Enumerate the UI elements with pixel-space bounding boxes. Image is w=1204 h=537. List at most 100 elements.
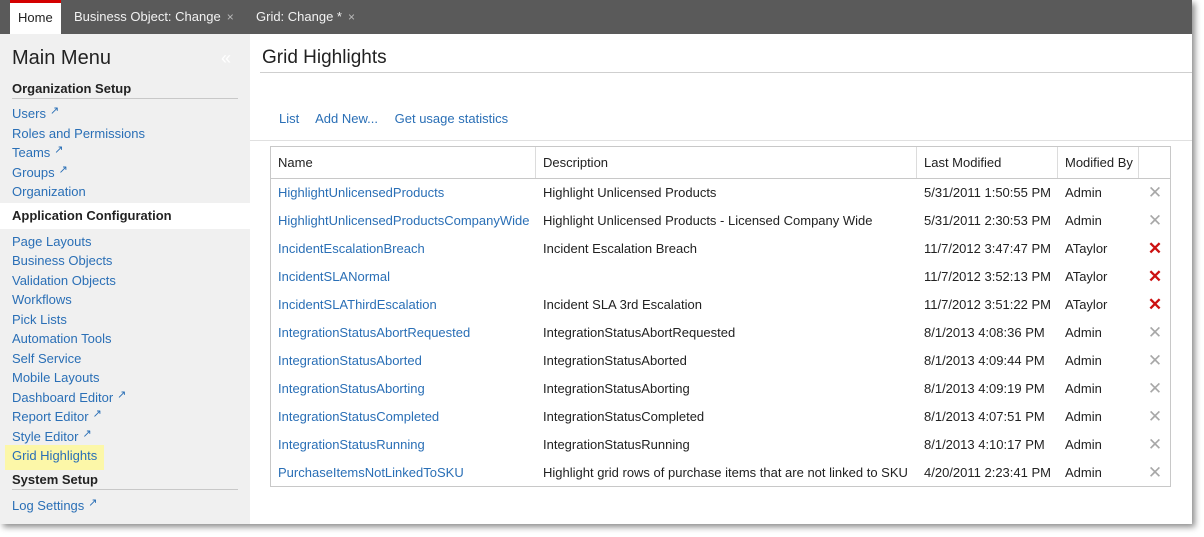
sidebar-item-label: Log Settings (12, 498, 85, 513)
tab-business-object-change[interactable]: Business Object: Change × (66, 0, 242, 34)
tab-grid-change[interactable]: Grid: Change * × (248, 0, 363, 34)
delete-icon: ✕ (1147, 183, 1163, 202)
sidebar-item-label: Users (12, 106, 46, 121)
delete-icon: ✕ (1147, 435, 1163, 454)
sidebar-item-label: Validation Objects (12, 273, 116, 288)
page-title: Grid Highlights (262, 47, 387, 68)
row-last-modified: 8/1/2013 4:09:44 PM (924, 353, 1045, 368)
row-name-link[interactable]: IntegrationStatusAborting (278, 375, 536, 403)
section-heading-organization-setup: Organization Setup (12, 81, 238, 99)
delete-icon[interactable]: ✕ (1145, 235, 1165, 263)
delete-icon[interactable]: ✕ (1145, 291, 1165, 319)
row-name-link[interactable]: IncidentSLANormal (278, 263, 536, 291)
delete-icon: ✕ (1147, 211, 1163, 230)
table-row[interactable]: IncidentEscalationBreach Incident Escalat… (271, 235, 1170, 263)
row-last-modified: 11/7/2012 3:51:22 PM (924, 297, 1051, 312)
column-header-name[interactable]: Name (271, 147, 536, 178)
row-name-link[interactable]: IncidentSLAThirdEscalation (278, 291, 536, 319)
row-name-link[interactable]: IntegrationStatusAbortRequested (278, 319, 536, 347)
row-name-link[interactable]: IntegrationStatusRunning (278, 431, 536, 459)
sidebar-item-teams[interactable]: Teams ↗ (12, 144, 64, 160)
main-panel: Grid Highlights List Add New... Get usag… (250, 34, 1192, 524)
row-modified-by: Admin (1065, 437, 1102, 452)
row-name-link[interactable]: IncidentEscalationBreach (278, 235, 536, 263)
close-icon[interactable]: × (348, 10, 355, 24)
column-header-last-modified[interactable]: Last Modified (917, 147, 1058, 178)
table-row[interactable]: IntegrationStatusAbortRequested Integrati… (271, 319, 1170, 347)
sidebar-item-label: Pick Lists (12, 312, 67, 327)
sidebar-item-label: Self Service (12, 351, 82, 366)
sidebar-item-users[interactable]: Users ↗ (12, 105, 59, 121)
divider (250, 140, 1192, 141)
row-name-link[interactable]: IntegrationStatusAborted (278, 347, 536, 375)
sidebar-item-log-settings[interactable]: Log Settings ↗ (12, 497, 98, 513)
sidebar-item-business-objects[interactable]: Business Objects (12, 253, 112, 268)
list-link[interactable]: List (279, 111, 299, 126)
sidebar-item-page-layouts[interactable]: Page Layouts (12, 234, 92, 249)
table-row[interactable]: IncidentSLANormal 11/7/2012 3:52:13 PM ATa… (271, 263, 1170, 291)
sidebar-item-groups[interactable]: Groups ↗ (12, 164, 68, 180)
sidebar-item-label: Automation Tools (12, 331, 112, 346)
external-link-icon: ↗ (88, 497, 98, 509)
collapse-icon[interactable]: « (221, 48, 231, 69)
tab-bar: Home Business Object: Change × Grid: Chan… (0, 0, 1192, 34)
delete-icon: ✕ (1147, 351, 1163, 370)
row-modified-by: Admin (1065, 325, 1102, 340)
sidebar-item-label: Mobile Layouts (12, 370, 100, 385)
row-name-link[interactable]: HighlightUnlicensedProducts (278, 179, 536, 207)
table-row[interactable]: HighlightUnlicensedProductsCompanyWide Hi… (271, 207, 1170, 235)
tab-label: Business Object: Change (74, 9, 221, 24)
row-description: Incident SLA 3rd Escalation (543, 297, 702, 312)
sidebar-item-report-editor[interactable]: Report Editor ↗ (12, 408, 102, 424)
table-row[interactable]: IncidentSLAThirdEscalation Incident SLA 3… (271, 291, 1170, 319)
sidebar-item-roles-and-permissions[interactable]: Roles and Permissions (12, 126, 145, 141)
row-description: IntegrationStatusCompleted (543, 409, 705, 424)
sidebar-item-pick-lists[interactable]: Pick Lists (12, 312, 67, 327)
external-link-icon: ↗ (58, 164, 68, 176)
delete-icon: ✕ (1147, 323, 1163, 342)
table-row[interactable]: PurchaseItemsNotLinkedToSKU Highlight gri… (271, 459, 1170, 487)
sidebar-item-self-service[interactable]: Self Service (12, 351, 81, 366)
table-row[interactable]: IntegrationStatusAborted IntegrationStatu… (271, 347, 1170, 375)
sidebar-item-grid-highlights[interactable]: Grid Highlights (5, 445, 105, 470)
action-links: List Add New... Get usage statistics (279, 111, 521, 126)
row-last-modified: 5/31/2011 1:50:55 PM (924, 185, 1051, 200)
row-modified-by: Admin (1065, 409, 1102, 424)
delete-icon[interactable]: ✕ (1145, 263, 1165, 291)
row-modified-by: ATaylor (1065, 269, 1108, 284)
external-link-icon: ↗ (82, 428, 92, 440)
row-name-link[interactable]: HighlightUnlicensedProductsCompanyWide (278, 207, 536, 235)
sidebar-item-automation-tools[interactable]: Automation Tools (12, 331, 112, 346)
row-description: IntegrationStatusRunning (543, 437, 690, 452)
usage-statistics-link[interactable]: Get usage statistics (395, 111, 508, 126)
sidebar-item-workflows[interactable]: Workflows (12, 292, 72, 307)
section-heading-application-configuration: Application Configuration (0, 203, 250, 229)
row-description: Highlight Unlicensed Products - Licensed… (543, 213, 873, 228)
row-name-link[interactable]: PurchaseItemsNotLinkedToSKU (278, 459, 536, 487)
tab-home[interactable]: Home (10, 0, 61, 34)
row-description: IntegrationStatusAborted (543, 353, 687, 368)
column-header-modified-by[interactable]: Modified By (1058, 147, 1139, 178)
sidebar-item-dashboard-editor[interactable]: Dashboard Editor ↗ (12, 389, 127, 405)
delete-icon: ✕ (1147, 407, 1163, 426)
table-row[interactable]: IntegrationStatusRunning IntegrationStatu… (271, 431, 1170, 459)
row-description: IntegrationStatusAbortRequested (543, 325, 736, 340)
table-row[interactable]: IntegrationStatusCompleted IntegrationSta… (271, 403, 1170, 431)
table-row[interactable]: HighlightUnlicensedProducts Highlight Unl… (271, 179, 1170, 207)
row-last-modified: 8/1/2013 4:10:17 PM (924, 437, 1045, 452)
row-name-link[interactable]: IntegrationStatusCompleted (278, 403, 536, 431)
sidebar-item-label: Grid Highlights (12, 448, 98, 463)
column-header-description[interactable]: Description (536, 147, 917, 178)
add-new-link[interactable]: Add New... (315, 111, 378, 126)
external-link-icon: ↗ (117, 389, 127, 401)
sidebar-item-validation-objects[interactable]: Validation Objects (12, 273, 116, 288)
sidebar-item-mobile-layouts[interactable]: Mobile Layouts (12, 370, 99, 385)
close-icon[interactable]: × (227, 10, 234, 24)
sidebar-item-label: Business Objects (12, 253, 113, 268)
sidebar-item-label: Roles and Permissions (12, 126, 145, 141)
table-row[interactable]: IntegrationStatusAborting IntegrationStat… (271, 375, 1170, 403)
sidebar-item-style-editor[interactable]: Style Editor ↗ (12, 428, 92, 444)
row-modified-by: ATaylor (1065, 241, 1108, 256)
sidebar-item-organization[interactable]: Organization (12, 184, 86, 199)
column-header-actions (1139, 147, 1170, 178)
